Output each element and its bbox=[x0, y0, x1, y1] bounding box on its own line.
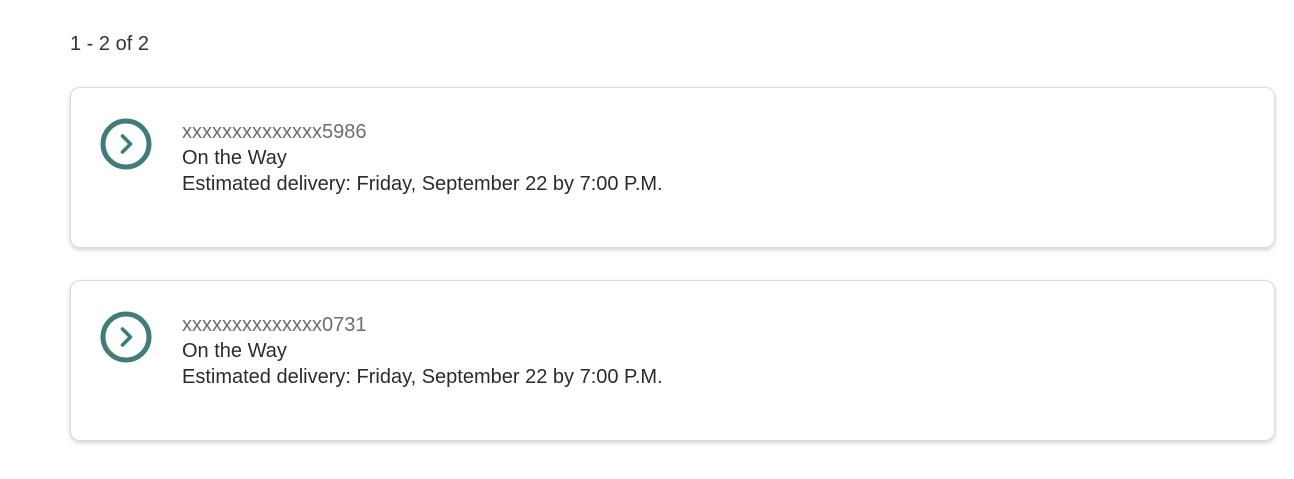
shipment-card[interactable]: xxxxxxxxxxxxxx0731 On the Way Estimated … bbox=[70, 280, 1275, 441]
tracking-number: xxxxxxxxxxxxxx0731 bbox=[182, 314, 367, 336]
shipment-details: xxxxxxxxxxxxxx0731 On the Way Estimated … bbox=[182, 312, 663, 390]
shipment-status: On the Way bbox=[182, 147, 287, 169]
result-count: 1 - 2 of 2 bbox=[70, 33, 149, 55]
shipment-details: xxxxxxxxxxxxxx5986 On the Way Estimated … bbox=[182, 119, 663, 197]
shipment-status: On the Way bbox=[182, 340, 287, 362]
chevron-right-circle-icon[interactable] bbox=[100, 311, 152, 363]
estimated-delivery: Estimated delivery: Friday, September 22… bbox=[182, 173, 663, 195]
tracking-number: xxxxxxxxxxxxxx5986 bbox=[182, 121, 367, 143]
estimated-delivery: Estimated delivery: Friday, September 22… bbox=[182, 366, 663, 388]
shipment-card[interactable]: xxxxxxxxxxxxxx5986 On the Way Estimated … bbox=[70, 87, 1275, 248]
chevron-right-circle-icon[interactable] bbox=[100, 118, 152, 170]
